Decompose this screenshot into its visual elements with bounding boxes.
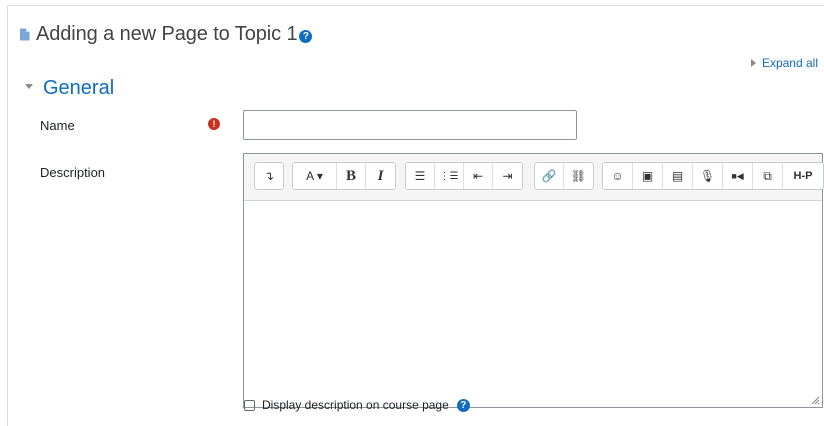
indent-icon[interactable]: ⇥: [493, 163, 522, 189]
section-general-toggle[interactable]: General: [25, 77, 114, 100]
expand-all-label: Expand all: [761, 56, 818, 70]
media-icon[interactable]: ▤: [663, 163, 693, 189]
help-icon[interactable]: ?: [299, 30, 313, 43]
unordered-list-icon[interactable]: ☰: [406, 163, 435, 189]
caret-down-icon: [25, 84, 33, 89]
toolbar-group-4: 🔗 ⛓: [534, 162, 594, 190]
caret-right-icon: [750, 59, 756, 67]
bold-icon[interactable]: B: [337, 163, 366, 189]
unlink-icon[interactable]: ⛓: [564, 163, 593, 189]
ordered-list-icon[interactable]: ⋮☰: [435, 163, 464, 189]
toolbar-group-2: A ▾ B I: [292, 162, 396, 190]
link-icon[interactable]: 🔗: [535, 163, 564, 189]
display-description-checkbox-row[interactable]: Display description on course page ?: [244, 398, 470, 412]
toolbar-group-3: ☰ ⋮☰ ⇤ ⇥: [405, 162, 523, 190]
outdent-icon[interactable]: ⇤: [464, 163, 493, 189]
toolbar-group-1: ↴: [254, 162, 284, 190]
page-icon: [19, 28, 30, 41]
editor-toolbar: ↴ A ▾ B I ☰ ⋮☰ ⇤ ⇥ 🔗 ⛓ ☺ ▣ ▤ 🎙 ■◀ ⧉ H-P: [244, 154, 824, 201]
record-video-icon[interactable]: ■◀: [723, 163, 753, 189]
name-input[interactable]: [243, 110, 577, 140]
description-editor: ↴ A ▾ B I ☰ ⋮☰ ⇤ ⇥ 🔗 ⛓ ☺ ▣ ▤ 🎙 ■◀ ⧉ H-P: [243, 153, 824, 408]
h5p-icon[interactable]: H-P: [783, 163, 823, 189]
description-label: Description: [40, 165, 106, 180]
editor-content-area[interactable]: [244, 200, 822, 407]
expand-all-link[interactable]: Expand all: [750, 56, 818, 70]
italic-icon[interactable]: I: [366, 163, 395, 189]
name-label: Name: [40, 118, 75, 133]
resize-grip-icon[interactable]: [810, 395, 820, 405]
display-description-checkbox[interactable]: [244, 399, 255, 411]
page-header: Adding a new Page to Topic 1 ?: [19, 23, 313, 46]
image-icon[interactable]: ▣: [633, 163, 663, 189]
font-color-icon[interactable]: A ▾: [293, 163, 337, 189]
record-audio-icon[interactable]: 🎙: [693, 163, 723, 189]
checkbox-label: Display description on course page: [262, 398, 449, 412]
manage-files-icon[interactable]: ⧉: [753, 163, 783, 189]
required-icon: !: [208, 118, 220, 130]
emoji-icon[interactable]: ☺: [603, 163, 633, 189]
section-title: General: [43, 77, 115, 99]
help-icon[interactable]: ?: [456, 398, 470, 412]
page-title: Adding a new Page to Topic 1: [36, 23, 298, 45]
toggle-toolbar-icon[interactable]: ↴: [255, 163, 283, 189]
toolbar-group-5: ☺ ▣ ▤ 🎙 ■◀ ⧉ H-P: [602, 162, 824, 190]
